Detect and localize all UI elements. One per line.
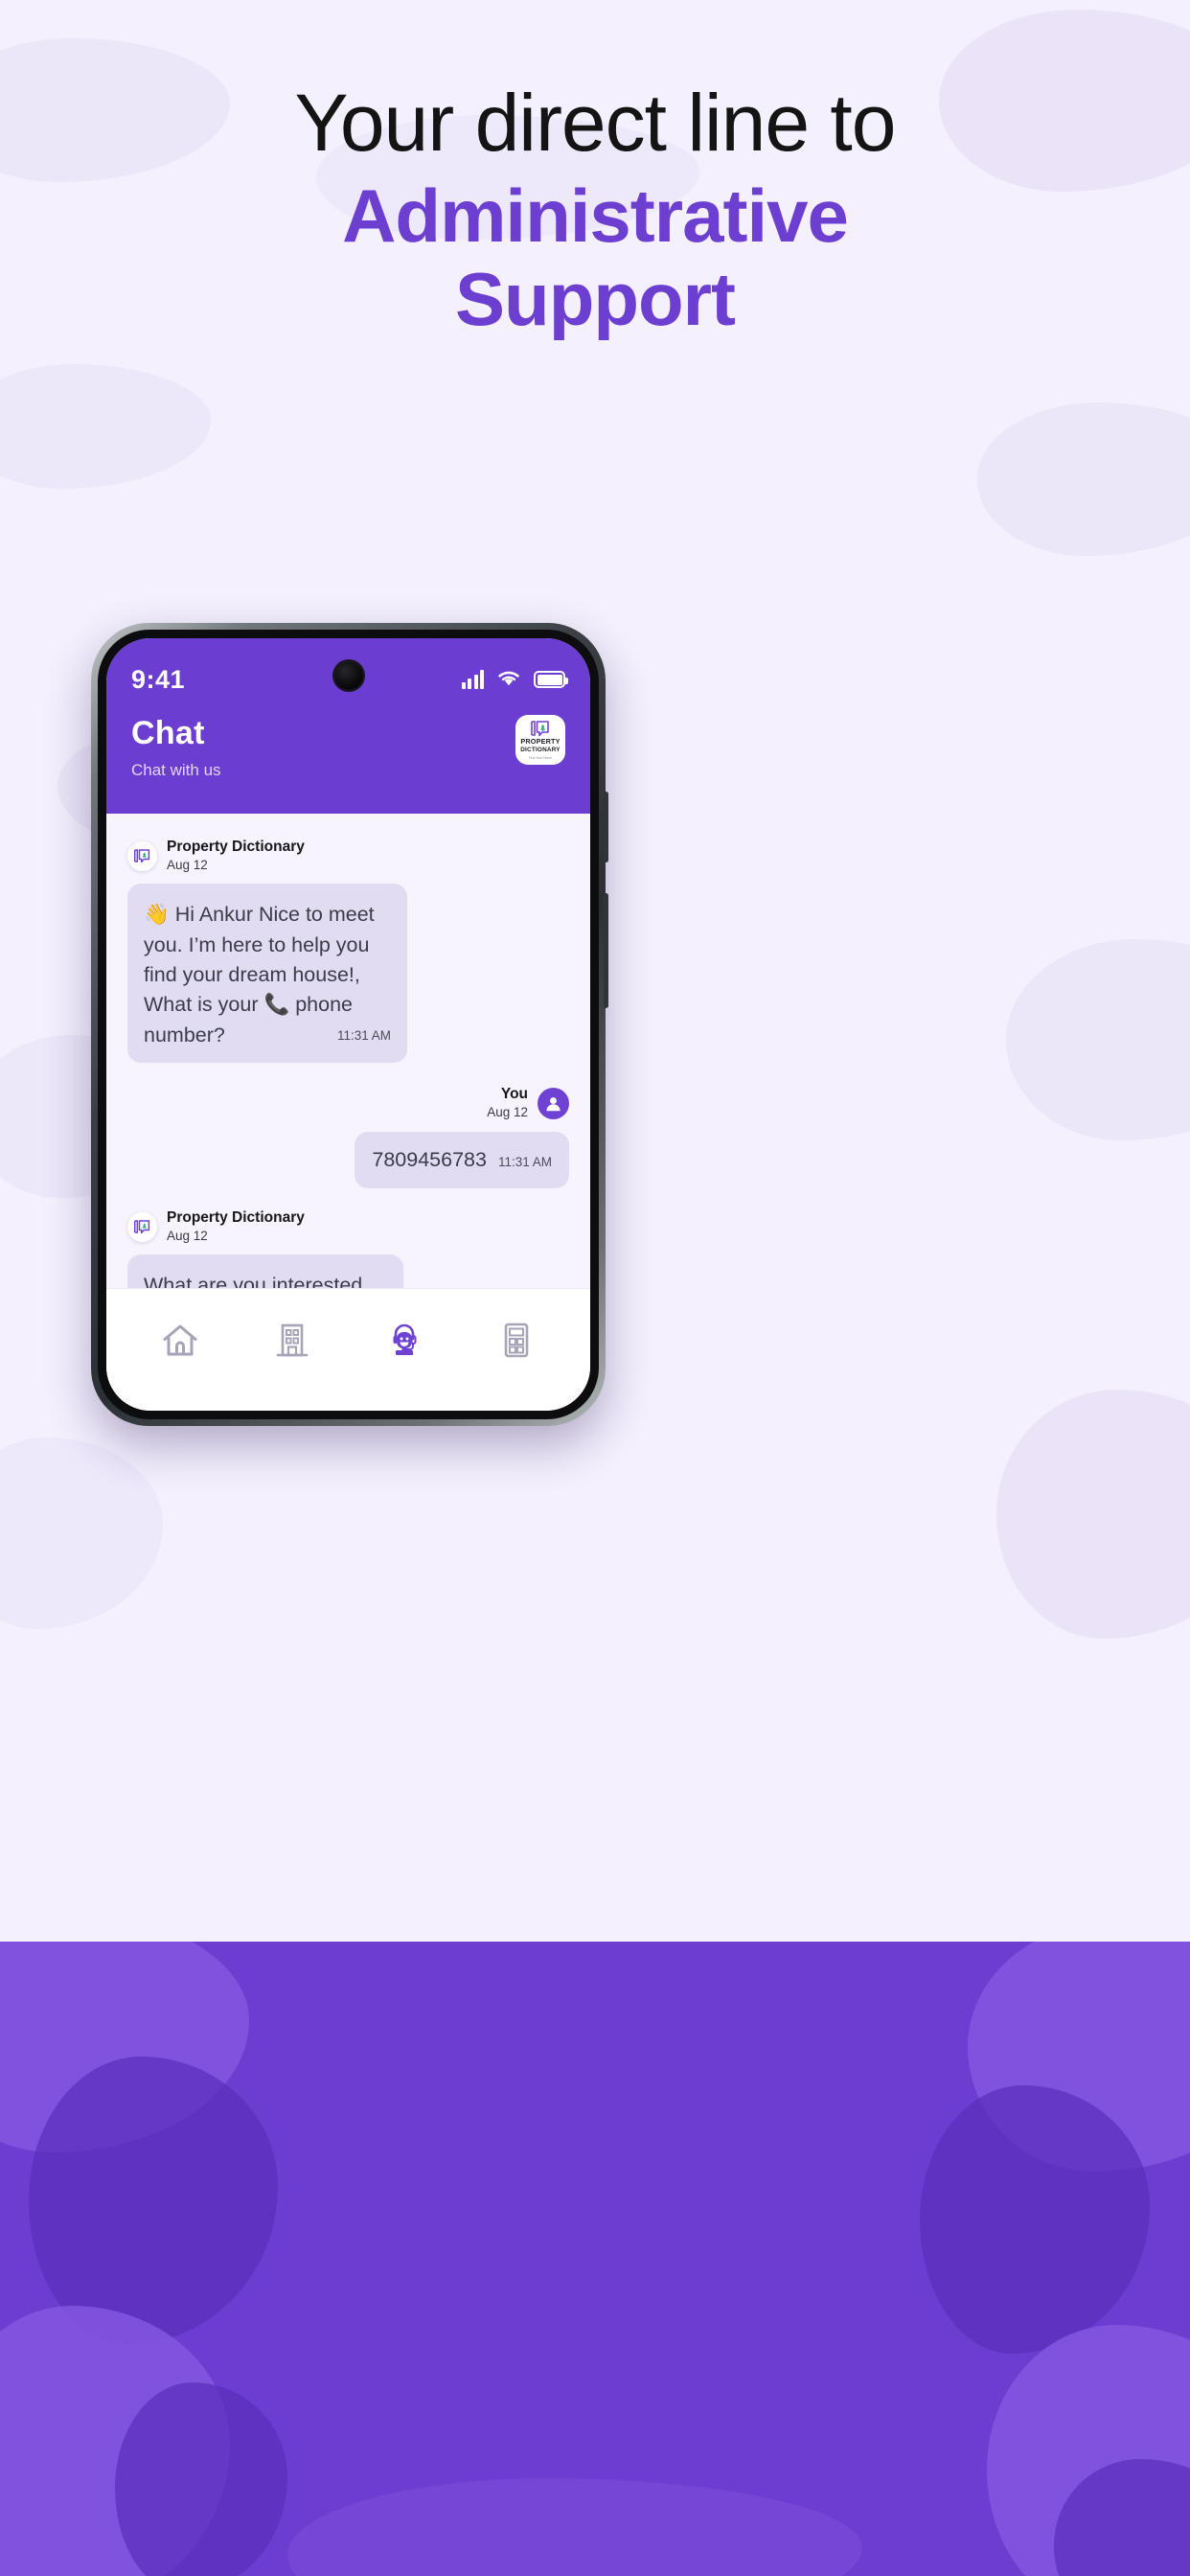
property-dictionary-avatar [127, 840, 157, 871]
sender-name: Property Dictionary [167, 1208, 305, 1226]
cellular-signal-icon [461, 670, 484, 689]
message-header-user-1: You Aug 12 [127, 1086, 569, 1120]
message-meta: Property Dictionary Aug 12 [167, 839, 305, 873]
message-date: Aug 12 [167, 1228, 208, 1243]
phone-volume-button[interactable] [604, 792, 608, 862]
message-text: 7809456783 [372, 1147, 487, 1171]
logo-tagline: Find Your Home [528, 755, 553, 760]
message-header-bot-1: Property Dictionary Aug 12 [127, 839, 569, 873]
message-header-bot-2: Property Dictionary Aug 12 [127, 1209, 569, 1244]
nav-item-home[interactable] [146, 1316, 215, 1366]
book-door-tree-icon [530, 720, 551, 737]
page-background-bottom [0, 1942, 1190, 2576]
app-header: 9:41 Chat Chat with us PROPERTY DICTIONA… [106, 638, 590, 814]
sender-name: Property Dictionary [167, 839, 305, 855]
message-meta: Property Dictionary Aug 12 [167, 1209, 305, 1244]
headline-line-1: Your direct line to [294, 78, 897, 168]
message-text: 👋 Hi Ankur Nice to meet you. I’m here to… [144, 903, 375, 1046]
marketing-headline: Your direct line to Administrative Suppo… [0, 82, 1190, 340]
battery-full-icon [534, 671, 568, 688]
status-bar: 9:41 [131, 638, 568, 709]
sender-name: You [500, 1086, 528, 1103]
bottom-navigation [106, 1288, 590, 1411]
message-time: 11:31 AM [497, 1154, 552, 1169]
phone-mockup: 9:41 Chat Chat with us PROPERTY DICTIONA… [91, 623, 608, 1426]
message-meta: You Aug 12 [487, 1086, 528, 1120]
app-header-row: Chat Chat with us PROPERTY DICTIONARY Fi… [131, 715, 565, 780]
logo-line-1: PROPERTY [520, 737, 561, 747]
nav-item-properties[interactable] [258, 1316, 327, 1366]
nav-item-calculator[interactable] [482, 1316, 551, 1366]
user-avatar [538, 1087, 569, 1119]
headline-line-3: Support [455, 257, 736, 342]
phone-bezel: 9:41 Chat Chat with us PROPERTY DICTIONA… [98, 630, 599, 1419]
page-title: Chat [131, 715, 205, 751]
nav-item-support[interactable] [370, 1316, 439, 1366]
status-time: 9:41 [131, 664, 186, 694]
chat-row-user-1: 7809456783 11:31 AM [127, 1131, 569, 1188]
page-subtitle: Chat with us [131, 761, 221, 779]
wifi-icon [496, 668, 521, 692]
headline-line-2: Administrative [342, 173, 849, 258]
phone-power-button[interactable] [604, 893, 608, 1008]
chat-bubble-bot-1: 👋 Hi Ankur Nice to meet you. I’m here to… [127, 884, 407, 1064]
property-dictionary-logo[interactable]: PROPERTY DICTIONARY Find Your Home [515, 715, 565, 765]
logo-line-2: DICTIONARY [520, 747, 561, 754]
front-camera-icon [333, 661, 363, 690]
phone-screen: 9:41 Chat Chat with us PROPERTY DICTIONA… [106, 638, 590, 1411]
property-dictionary-avatar [127, 1211, 157, 1242]
chat-message-list[interactable]: Property Dictionary Aug 12 👋 Hi Ankur Ni… [106, 814, 590, 1411]
chat-bubble-user-1: 7809456783 11:31 AM [355, 1131, 569, 1188]
message-date: Aug 12 [487, 1105, 528, 1120]
message-time: 11:31 AM [336, 1027, 391, 1043]
header-titles: Chat Chat with us [131, 715, 221, 780]
status-icons [461, 668, 568, 692]
message-date: Aug 12 [167, 857, 208, 872]
